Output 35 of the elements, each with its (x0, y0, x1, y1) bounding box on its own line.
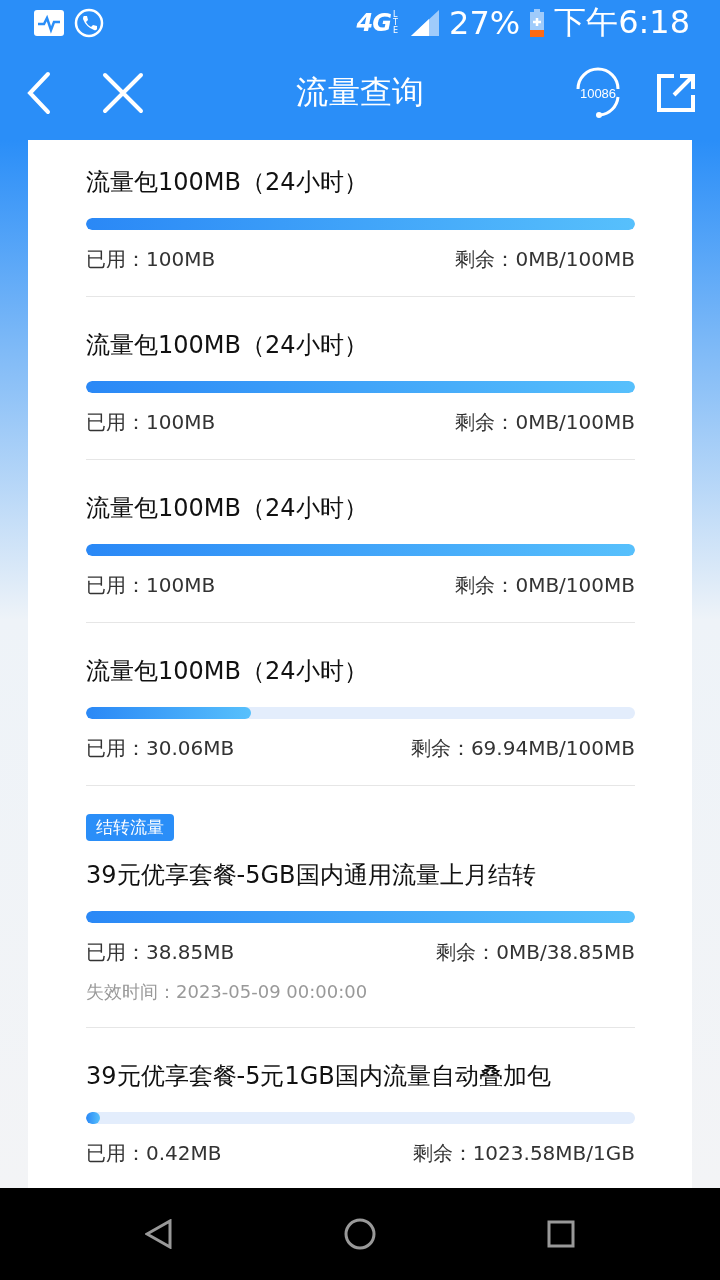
remaining-amount: 剩余：69.94MB/100MB (410, 735, 635, 762)
tag-label: 结转流量 (86, 814, 174, 841)
remaining-amount: 剩余：0MB/100MB (455, 409, 635, 436)
activity-icon (34, 10, 64, 36)
package-title: 流量包100MB（24小时） (86, 656, 369, 687)
used-amount: 已用：100MB (86, 409, 216, 436)
customer-service-button[interactable]: 10086 (572, 67, 624, 119)
network-subtype: LTE (393, 11, 400, 35)
expiry-time: 失效时间：2023-05-09 00:00:00 (86, 980, 369, 1004)
battery-charging-icon (530, 9, 545, 37)
remaining-amount: 剩余：1023.58MB/1GB (412, 1140, 635, 1167)
back-nav-icon[interactable] (145, 1219, 174, 1249)
package-title: 流量包100MB（24小时） (86, 330, 369, 361)
used-amount: 已用：100MB (86, 572, 216, 599)
used-amount: 已用：38.85MB (86, 939, 235, 966)
home-nav-icon[interactable] (344, 1218, 376, 1250)
package-title: 流量包100MB（24小时） (86, 493, 369, 524)
package-title: 39元优享套餐-5GB国内通用流量上月结转 (86, 860, 537, 891)
share-button[interactable] (656, 73, 696, 113)
used-amount: 已用：30.06MB (86, 735, 235, 762)
used-amount: 已用：0.42MB (86, 1140, 222, 1167)
used-amount: 已用：100MB (86, 246, 216, 273)
battery-percent: 27% (449, 4, 521, 42)
network-type: 4G (356, 9, 391, 37)
remaining-amount: 剩余：0MB/38.85MB (436, 939, 635, 966)
close-button[interactable] (102, 72, 144, 114)
package-title: 流量包100MB（24小时） (86, 167, 369, 198)
signal-icon (411, 10, 439, 36)
remaining-amount: 剩余：0MB/100MB (455, 246, 635, 273)
page-title: 流量查询 (296, 72, 424, 113)
remaining-amount: 剩余：0MB/100MB (455, 572, 635, 599)
phone-icon (74, 8, 104, 38)
recents-nav-icon[interactable] (546, 1220, 575, 1248)
package-title: 39元优享套餐-5元1GB国内流量自动叠加包 (86, 1061, 552, 1092)
clock: 下午6:18 (554, 2, 690, 43)
